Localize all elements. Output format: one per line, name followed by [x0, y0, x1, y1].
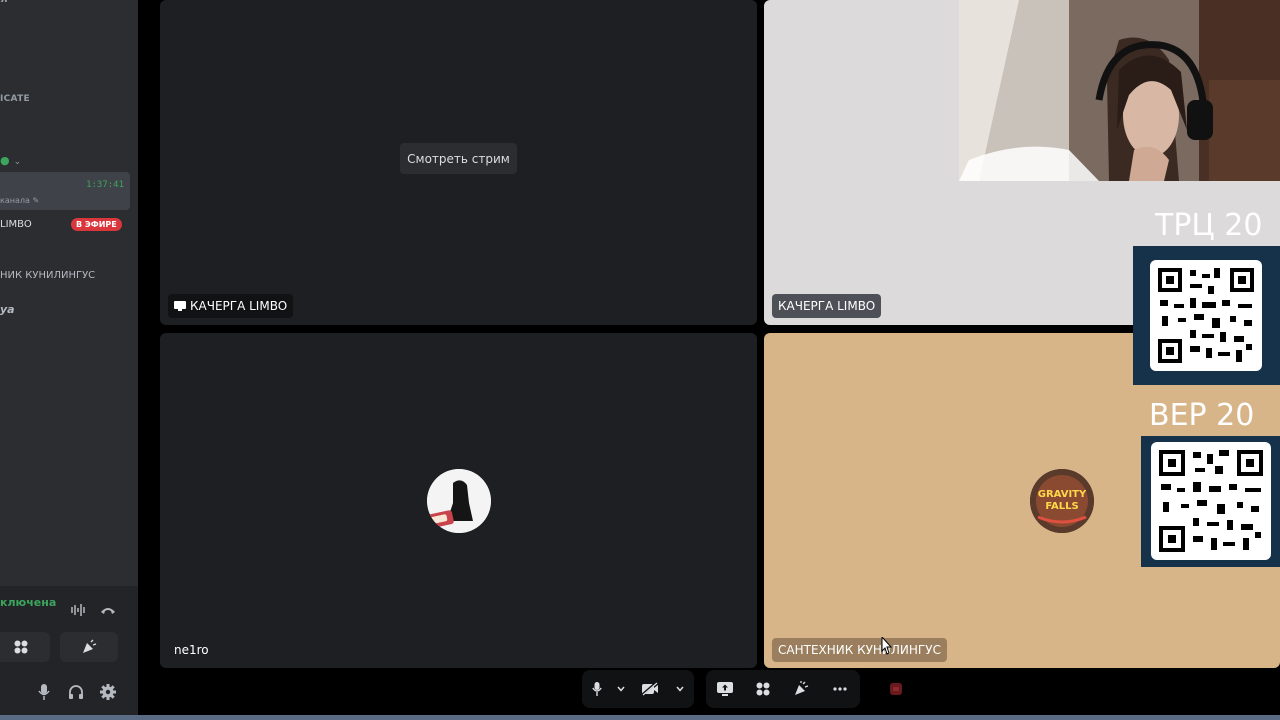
microphone-icon[interactable] — [34, 682, 54, 702]
gear-icon[interactable] — [98, 682, 118, 702]
chevron-down-icon: ⌄ — [13, 157, 22, 167]
pencil-icon[interactable]: ✎ — [32, 196, 39, 205]
category-label[interactable]: ICATE — [0, 94, 30, 104]
soundboard-icon — [83, 639, 97, 653]
disconnect-phone-icon[interactable] — [98, 600, 118, 620]
voice-status-panel: ключена — [0, 586, 138, 716]
headphones-icon[interactable] — [66, 682, 86, 702]
soundwave-icon[interactable] — [68, 600, 88, 620]
camera-options-button[interactable] — [670, 670, 690, 708]
microphone-options-button[interactable] — [612, 670, 630, 708]
tile-name-label: КАЧЕРГА LIMBO — [190, 299, 288, 313]
tile-name-tag: КАЧЕРГА LIMBO — [772, 294, 882, 318]
live-badge: В ЭФИРЕ — [71, 218, 122, 231]
disconnect-button[interactable] — [876, 670, 916, 708]
svg-text:GRAVITY: GRAVITY — [1038, 489, 1087, 500]
screen-share-icon — [174, 301, 186, 311]
user-avatar — [427, 469, 491, 533]
sidebar-header-fragment: Я — [0, 0, 8, 5]
tile-name-label: САНТЕХНИК КУНИЛИНГУС — [778, 643, 941, 657]
qr-label-bottom: ВЕР 20 — [1149, 398, 1255, 433]
discord-voice-window: Я ICATE ●⌄ 1:37:41 канала ✎ LIMBO В ЭФИР… — [0, 0, 1280, 720]
screen-share-icon — [717, 682, 733, 696]
call-timer: 1:37:41 — [86, 180, 124, 190]
user-avatar: GRAVITY FALLS — [1030, 469, 1094, 533]
activities-button[interactable] — [744, 670, 782, 708]
tile-name-label: КАЧЕРГА LIMBO — [778, 299, 876, 313]
qr-label-top: ТРЦ 20 — [1155, 208, 1263, 243]
tile-name-tag: САНТЕХНИК КУНИЛИНГУС — [772, 638, 947, 662]
voice-tile-ne1ro[interactable]: ne1ro — [160, 333, 757, 668]
sidebar-member-3[interactable]: ya — [0, 303, 15, 316]
microphone-icon — [592, 682, 602, 696]
camera-toggle-button[interactable] — [630, 670, 670, 708]
svg-text:FALLS: FALLS — [1045, 501, 1078, 512]
tile-name-tag: КАЧЕРГА LIMBO — [168, 294, 294, 318]
video-tile-stream[interactable]: Смотреть стрим КАЧЕРГА LIMBO — [160, 0, 757, 325]
microphone-toggle-button[interactable] — [582, 670, 612, 708]
camera-off-icon — [641, 682, 658, 696]
activities-icon — [14, 640, 28, 654]
chevron-down-icon — [617, 686, 625, 692]
more-options-button[interactable] — [820, 670, 860, 708]
activity-controls-group — [706, 670, 860, 708]
voice-user-icons[interactable]: ● ⌄ — [0, 154, 21, 167]
tile-name-tag: ne1ro — [168, 638, 215, 662]
mouse-cursor — [880, 635, 893, 659]
user-group-icon: ● — [0, 154, 10, 167]
channel-subtitle: канала ✎ — [0, 196, 40, 205]
disconnect-icon — [876, 670, 916, 708]
channel-sidebar: Я ICATE ●⌄ 1:37:41 канала ✎ LIMBO В ЭФИР… — [0, 0, 138, 716]
soundboard-button[interactable] — [60, 632, 118, 662]
window-bottom-edge — [0, 715, 1280, 720]
activities-button[interactable] — [0, 632, 50, 662]
media-controls-group — [582, 670, 694, 708]
activities-icon — [756, 682, 770, 696]
sidebar-member-limbo[interactable]: LIMBO — [0, 219, 32, 230]
tile-name-label: ne1ro — [174, 643, 209, 657]
soundboard-button[interactable] — [782, 670, 820, 708]
watch-stream-button[interactable]: Смотреть стрим — [400, 143, 517, 174]
chevron-down-icon — [676, 686, 684, 692]
qr-code-bottom — [1141, 436, 1280, 567]
screen-share-button[interactable] — [706, 670, 744, 708]
soundboard-icon — [795, 681, 809, 695]
qr-code-image — [1151, 442, 1271, 560]
sidebar-member-2[interactable]: НИК КУНИЛИНГУС — [0, 270, 95, 281]
voice-connected-status[interactable]: ключена — [0, 596, 56, 609]
more-icon — [833, 687, 847, 691]
qr-code-image — [1150, 260, 1262, 371]
webcam-overlay — [959, 0, 1280, 181]
qr-code-top — [1133, 246, 1280, 385]
active-voice-channel[interactable]: 1:37:41 канала ✎ — [0, 172, 130, 210]
